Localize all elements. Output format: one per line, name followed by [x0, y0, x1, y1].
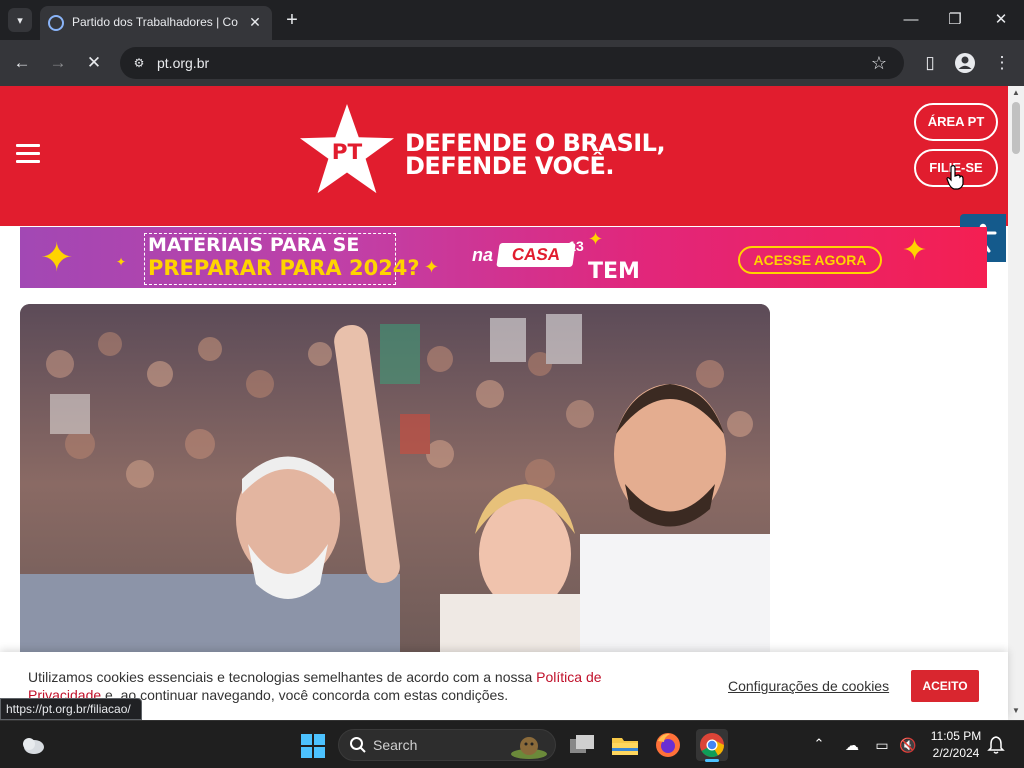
scroll-up-arrow-icon[interactable]: ▲ — [1011, 88, 1021, 98]
banner-line-1: MATERIAIS PARA SE — [148, 234, 360, 256]
side-panel-icon[interactable]: ▯ — [917, 50, 943, 76]
tab-favicon-icon — [48, 15, 64, 31]
notification-bell-icon[interactable] — [986, 735, 1006, 755]
hamburger-menu-icon[interactable] — [16, 144, 40, 166]
taskbar-search-box[interactable]: Search — [338, 729, 556, 761]
area-pt-button[interactable]: ÁREA PT — [914, 103, 998, 141]
scrollbar-thumb[interactable] — [1012, 102, 1020, 154]
sparkle-icon: ✦ — [116, 255, 127, 269]
sparkle-icon: ✦ — [40, 236, 74, 280]
address-bar[interactable]: ⚙ pt.org.br ☆ — [120, 47, 904, 79]
cookie-text-before: Utilizamos cookies essenciais e tecnolog… — [28, 669, 537, 685]
site-header: PT DEFENDE O BRASIL, DEFENDE VOCÊ. ÁREA … — [0, 86, 1008, 226]
network-icon[interactable]: ▭ — [872, 735, 892, 755]
weather-icon[interactable] — [20, 733, 46, 757]
cookie-accept-button[interactable]: ACEITO — [911, 670, 979, 702]
minimize-button[interactable]: — — [896, 8, 926, 32]
hero-crowd-image — [20, 304, 770, 664]
promo-banner[interactable]: ✦ ✦ MATERIAIS PARA SE PREPARAR PARA 2024… — [20, 227, 987, 288]
close-window-button[interactable]: ✕ — [986, 8, 1016, 32]
cookie-consent-bar: Utilizamos cookies essenciais e tecnolog… — [0, 652, 1008, 720]
file-explorer-icon[interactable] — [609, 729, 641, 761]
search-highlight-icon — [511, 737, 547, 759]
slogan-line-2: DEFENDE VOCÊ. — [405, 152, 615, 180]
bookmark-star-icon[interactable]: ☆ — [868, 52, 890, 74]
search-icon — [350, 737, 366, 753]
active-app-indicator — [705, 759, 719, 762]
tab-search-chevron-icon[interactable]: ▾ — [8, 8, 32, 32]
task-view-icon[interactable] — [566, 729, 598, 761]
link-status-bubble: https://pt.org.br/filiacao/ — [0, 698, 142, 720]
url-text[interactable]: pt.org.br — [157, 55, 557, 71]
clock-time[interactable]: 11:05 PM — [926, 729, 986, 745]
pt-star-logo[interactable]: PT — [298, 102, 396, 196]
cookie-settings-link[interactable]: Configurações de cookies — [728, 678, 898, 696]
scroll-down-arrow-icon[interactable]: ▼ — [1011, 706, 1021, 716]
windows-taskbar: Search ⌃ ☁ ▭ 🔇 11:05 PM 2/2/2024 — [0, 720, 1024, 768]
page-scrollbar[interactable]: ▲ ▼ — [1008, 86, 1024, 720]
clock-date[interactable]: 2/2/2024 — [926, 746, 986, 762]
browser-toolbar: ← → ✕ ⚙ pt.org.br ☆ ▯ ⋮ — [0, 40, 1024, 86]
onedrive-offline-icon[interactable]: ☁ — [842, 735, 862, 755]
sparkle-icon: ✦ — [424, 257, 440, 277]
logo-text: PT — [332, 140, 363, 165]
restore-button[interactable]: ❐ — [940, 8, 970, 32]
profile-icon[interactable] — [952, 50, 978, 76]
banner-cta-button[interactable]: ACESSE AGORA — [738, 246, 882, 274]
banner-line-2: PREPARAR PARA 2024? — [148, 256, 420, 280]
sparkle-icon: ✦ — [588, 229, 604, 249]
stop-loading-icon[interactable]: ✕ — [81, 50, 107, 76]
sparkle-icon: ✦ — [902, 234, 928, 267]
banner-tem: TEM — [588, 259, 640, 284]
back-arrow-icon[interactable]: ← — [9, 50, 35, 76]
tray-overflow-chevron-icon[interactable]: ⌃ — [810, 735, 828, 753]
volume-muted-icon[interactable]: 🔇 — [898, 735, 918, 755]
windows-start-icon[interactable] — [300, 733, 326, 759]
cookie-text-after: e, ao continuar navegando, você concorda… — [101, 687, 509, 703]
chrome-icon[interactable] — [696, 729, 728, 762]
firefox-icon[interactable] — [652, 729, 684, 761]
browser-menu-icon[interactable]: ⋮ — [989, 50, 1015, 76]
hero-photo[interactable] — [20, 304, 770, 664]
new-tab-button[interactable]: + — [282, 9, 302, 31]
search-placeholder: Search — [373, 737, 418, 753]
browser-tab[interactable]: Partido dos Trabalhadores | Co ✕ — [40, 6, 272, 40]
forward-arrow-icon[interactable]: → — [45, 50, 71, 76]
page-viewport: PT DEFENDE O BRASIL, DEFENDE VOCÊ. ÁREA … — [0, 86, 1024, 720]
site-info-icon[interactable]: ⚙ — [130, 54, 148, 72]
tab-strip: ▾ Partido dos Trabalhadores | Co ✕ + — ❐… — [0, 0, 1024, 40]
tab-title: Partido dos Trabalhadores | Co — [72, 15, 238, 29]
hand-cursor-icon — [946, 165, 964, 190]
tab-close-icon[interactable]: ✕ — [246, 13, 264, 31]
